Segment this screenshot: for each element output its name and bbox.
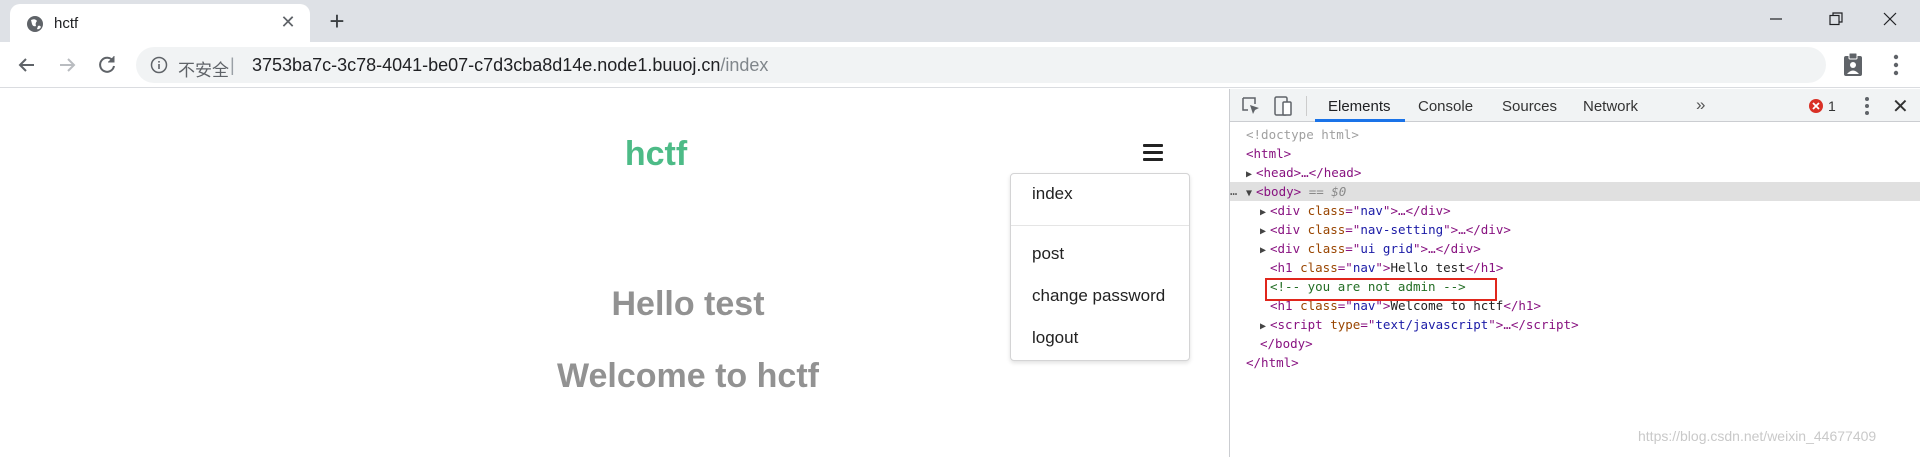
dom-head[interactable]: ▶ <head>…</head> — [1230, 163, 1920, 182]
brand-text: hctf — [624, 135, 688, 173]
new-tab-button[interactable]: + — [322, 6, 352, 36]
hamburger-menu-icon[interactable] — [1143, 144, 1163, 162]
browser-toolbar: 不安全 | 3753ba7c-3c78-4041-be07-c7d3cba8d1… — [0, 42, 1920, 88]
dom-doctype[interactable]: <!doctype html> — [1230, 125, 1920, 144]
url-text[interactable]: 3753ba7c-3c78-4041-be07-c7d3cba8d14e.nod… — [252, 55, 768, 76]
dom-div-nav-setting[interactable]: ▶ <div class="nav-setting">…</div> — [1230, 220, 1920, 239]
tab-network[interactable]: Network — [1583, 98, 1638, 115]
dom-div-nav[interactable]: ▶ <div class="nav">…</div> — [1230, 201, 1920, 220]
watermark: https://blog.csdn.net/weixin_44677409 — [1638, 428, 1877, 444]
address-separator: | — [230, 55, 235, 75]
comment-highlight-box — [1265, 278, 1497, 301]
node-actions-icon[interactable]: … — [1230, 182, 1237, 201]
nav-dropdown-menu: index post change password logout — [1010, 173, 1190, 361]
active-tab-indicator — [1315, 119, 1405, 122]
restore-button[interactable] — [1806, 0, 1866, 38]
dom-html-open[interactable]: <html> — [1230, 144, 1920, 163]
tab-console[interactable]: Console — [1418, 98, 1473, 115]
info-icon[interactable] — [150, 56, 168, 74]
close-icon — [1883, 12, 1897, 26]
error-icon[interactable] — [1808, 98, 1824, 114]
browser-menu-icon[interactable] — [1893, 54, 1899, 76]
inspect-element-icon[interactable] — [1240, 95, 1262, 117]
devtools-close-icon[interactable]: ✕ — [1892, 94, 1909, 119]
menu-divider — [1011, 225, 1189, 226]
tab-strip: hctf ✕ + — [0, 0, 1920, 42]
menu-item-post[interactable]: post — [1032, 244, 1064, 264]
more-tabs-icon[interactable]: » — [1696, 95, 1705, 115]
globe-icon — [27, 16, 43, 32]
minimize-icon — [1770, 18, 1782, 20]
reload-icon[interactable] — [94, 52, 120, 78]
dom-script[interactable]: ▶ <script type="text/javascript">…</scrip… — [1230, 315, 1920, 334]
tab-sources[interactable]: Sources — [1502, 98, 1557, 115]
forward-arrow-icon[interactable] — [54, 52, 80, 78]
minimize-button[interactable] — [1746, 0, 1806, 38]
url-path: /index — [720, 55, 769, 75]
tab-title: hctf — [54, 15, 79, 32]
tab-close-icon[interactable]: ✕ — [278, 12, 298, 32]
devtools-toolbar: Elements Console Sources Network » 1 ✕ — [1230, 89, 1920, 122]
devtools-menu-icon[interactable] — [1864, 96, 1870, 116]
dom-html-close[interactable]: </html> — [1230, 353, 1920, 372]
security-label: 不安全 — [178, 61, 229, 80]
menu-item-logout[interactable]: logout — [1032, 328, 1078, 348]
url-host: 3753ba7c-3c78-4041-be07-c7d3cba8d14e.nod… — [252, 55, 721, 75]
dom-h1-hello[interactable]: <h1 class="nav">Hello test</h1> — [1230, 258, 1920, 277]
menu-item-index[interactable]: index — [1032, 184, 1073, 204]
address-bar[interactable]: 不安全 | 3753ba7c-3c78-4041-be07-c7d3cba8d1… — [136, 47, 1826, 83]
welcome-heading-text: Welcome to hctf — [557, 357, 819, 395]
menu-item-change-password[interactable]: change password — [1032, 286, 1165, 306]
devtools-separator — [1306, 96, 1307, 116]
close-window-button[interactable] — [1860, 0, 1920, 38]
dom-body-selected[interactable]: … ▼ <body> == $0 — [1230, 182, 1920, 201]
dom-div-ui-grid[interactable]: ▶ <div class="ui grid">…</div> — [1230, 239, 1920, 258]
back-arrow-icon[interactable] — [14, 52, 40, 78]
browser-tab[interactable]: hctf ✕ — [10, 4, 310, 42]
error-count[interactable]: 1 — [1828, 98, 1836, 114]
device-toolbar-icon[interactable] — [1272, 95, 1294, 117]
tab-elements[interactable]: Elements — [1328, 98, 1391, 115]
page-content: hctf index post change password logout H… — [0, 89, 1229, 457]
devtools-panel: Elements Console Sources Network » 1 ✕ <… — [1229, 89, 1920, 457]
dom-body-close[interactable]: </body> — [1230, 334, 1920, 353]
hello-heading-text: Hello test — [611, 285, 765, 323]
clipboard-extension-icon[interactable] — [1842, 52, 1864, 78]
restore-icon — [1829, 12, 1843, 26]
